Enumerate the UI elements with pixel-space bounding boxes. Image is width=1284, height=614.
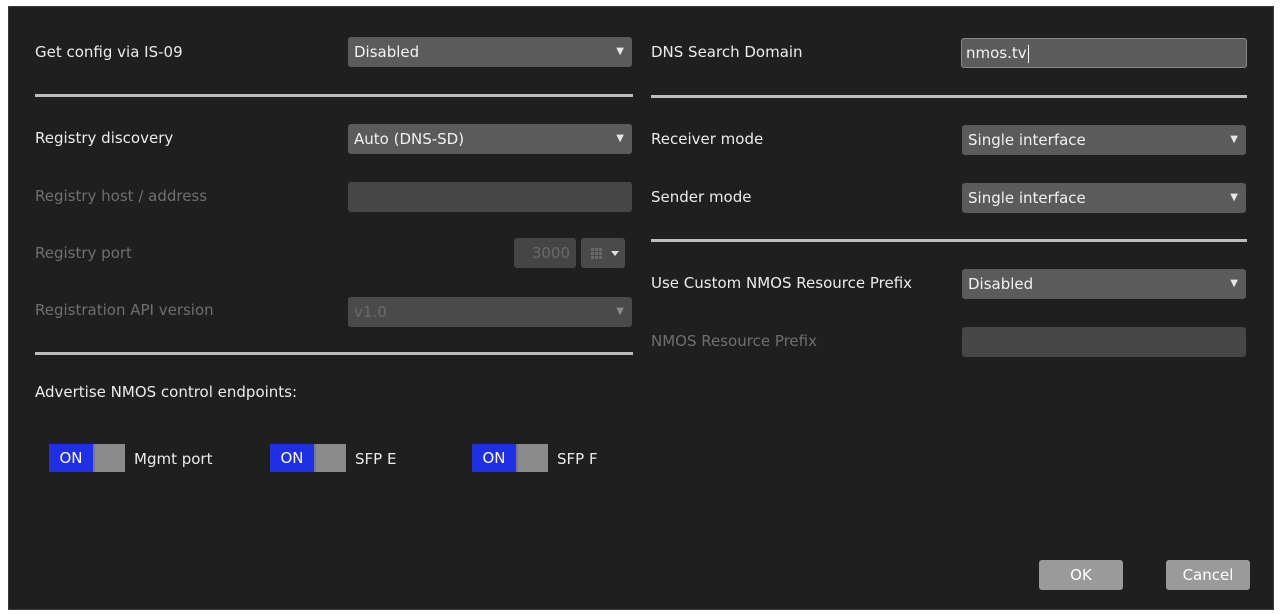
registration-api-value: v1.0 [354, 303, 387, 321]
receiver-mode-value: Single interface [968, 131, 1086, 149]
get-config-label: Get config via IS-09 [35, 43, 183, 61]
registry-host-label: Registry host / address [35, 187, 208, 205]
registration-api-dropdown[interactable]: v1.0 ▼ [348, 297, 632, 327]
mgmt-port-toggle[interactable]: ON [49, 444, 125, 472]
resource-prefix-input[interactable] [962, 327, 1246, 357]
dns-search-domain-input[interactable]: nmos.tv [961, 38, 1247, 68]
chevron-down-icon: ▼ [616, 133, 624, 144]
chevron-down-icon: ▼ [1230, 192, 1238, 203]
resource-prefix-label: NMOS Resource Prefix [651, 332, 817, 350]
sfp-e-label: SFP E [355, 450, 397, 468]
nmos-settings-dialog: Get config via IS-09 Disabled ▼ Registry… [8, 6, 1274, 610]
divider [651, 95, 1247, 98]
custom-prefix-value: Disabled [968, 275, 1034, 293]
dns-search-domain-label: DNS Search Domain [651, 43, 803, 61]
text-cursor [1027, 44, 1029, 63]
toggle-knob [95, 444, 125, 472]
toggle-knob [518, 444, 548, 472]
sender-mode-dropdown[interactable]: Single interface ▼ [962, 183, 1246, 213]
divider [35, 352, 633, 355]
toggle-state: ON [270, 444, 314, 472]
registry-port-picker[interactable] [581, 238, 625, 268]
chevron-down-icon: ▼ [1230, 134, 1238, 145]
chevron-down-icon: ▼ [1230, 278, 1238, 289]
receiver-mode-label: Receiver mode [651, 130, 764, 148]
toggle-state: ON [472, 444, 516, 472]
receiver-mode-dropdown[interactable]: Single interface ▼ [962, 125, 1246, 155]
registry-host-input[interactable] [348, 182, 632, 212]
mgmt-port-label: Mgmt port [134, 450, 213, 468]
custom-prefix-dropdown[interactable]: Disabled ▼ [962, 269, 1246, 299]
chevron-down-icon: ▼ [616, 306, 624, 317]
sender-mode-label: Sender mode [651, 188, 752, 206]
registry-port-label: Registry port [35, 244, 132, 262]
advertise-endpoints-label: Advertise NMOS control endpoints: [35, 383, 298, 401]
toggle-state: ON [49, 444, 93, 472]
sfp-e-toggle[interactable]: ON [270, 444, 346, 472]
sender-mode-value: Single interface [968, 189, 1086, 207]
toggle-knob [316, 444, 346, 472]
registry-discovery-dropdown[interactable]: Auto (DNS-SD) ▼ [348, 124, 632, 154]
registry-discovery-label: Registry discovery [35, 129, 174, 147]
divider [35, 94, 633, 97]
ok-button[interactable]: OK [1039, 560, 1123, 590]
custom-prefix-label: Use Custom NMOS Resource Prefix [651, 274, 913, 292]
registry-discovery-value: Auto (DNS-SD) [354, 130, 465, 148]
registry-port-input[interactable]: 3000 [514, 238, 576, 268]
get-config-value: Disabled [354, 43, 420, 61]
sfp-f-label: SFP F [557, 450, 598, 468]
grid-icon [591, 248, 619, 259]
dns-search-domain-value: nmos.tv [966, 44, 1027, 62]
chevron-down-icon: ▼ [616, 46, 624, 57]
registration-api-label: Registration API version [35, 301, 214, 319]
cancel-button[interactable]: Cancel [1166, 560, 1250, 590]
divider [651, 239, 1247, 242]
sfp-f-toggle[interactable]: ON [472, 444, 548, 472]
get-config-dropdown[interactable]: Disabled ▼ [348, 37, 632, 67]
